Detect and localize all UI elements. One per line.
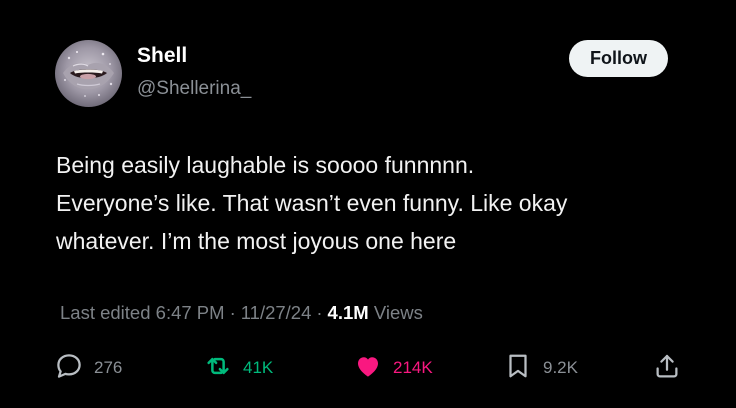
meta-separator: · (229, 302, 236, 323)
repost-arrows-icon (203, 351, 233, 386)
author-handle[interactable]: @Shellerina_ (137, 78, 251, 100)
tweet-card: Shell @Shellerina_ Follow Being easily l… (0, 0, 736, 408)
bookmark-button[interactable]: 9.2K (503, 350, 578, 386)
follow-button[interactable]: Follow (569, 40, 668, 77)
reply-button[interactable]: 276 (54, 350, 122, 386)
repost-count: 41K (243, 358, 274, 377)
tweet-text-line: Being easily laughable is soooo funnnnn. (56, 152, 475, 178)
share-upload-icon (652, 351, 682, 386)
tweet-text: Being easily laughable is soooo funnnnn.… (56, 146, 696, 260)
avatar-lips-image (63, 51, 114, 97)
like-button[interactable]: 214K (353, 350, 433, 386)
meta-separator: · (316, 302, 323, 323)
author-display-name[interactable]: Shell (137, 44, 187, 68)
tweet-text-line: whatever. I’m the most joyous one here (56, 228, 457, 254)
avatar[interactable] (55, 40, 122, 107)
speech-bubble-icon (54, 351, 84, 386)
tweet-text-line: Everyone’s like. That wasn’t even funny.… (56, 190, 568, 216)
reply-count: 276 (94, 358, 123, 377)
repost-button[interactable]: 41K (203, 350, 273, 386)
views-label: Views (373, 302, 423, 323)
like-count: 214K (393, 358, 433, 377)
heart-icon (353, 351, 383, 386)
action-bar: 276 41K 214K 9.2K (0, 350, 736, 390)
tweet-date[interactable]: 11/27/24 (241, 302, 312, 323)
share-button[interactable] (652, 350, 682, 386)
views-count[interactable]: 4.1M (328, 302, 369, 323)
bookmark-icon (503, 351, 533, 386)
edited-timestamp[interactable]: Last edited 6:47 PM (60, 302, 225, 323)
bookmark-count: 9.2K (543, 358, 578, 377)
tweet-meta: Last edited 6:47 PM · 11/27/24 · 4.1M Views (60, 302, 423, 324)
